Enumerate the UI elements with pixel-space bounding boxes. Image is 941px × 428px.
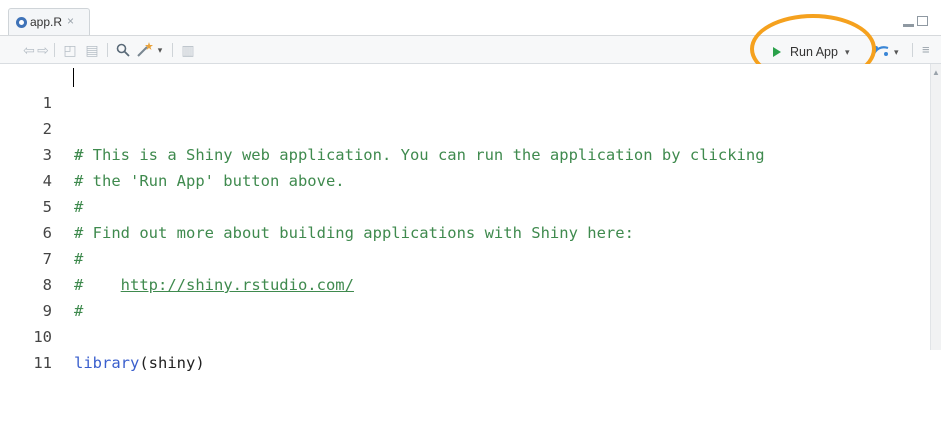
code-line: 2 # This is a Shiny web application. You… (0, 90, 930, 164)
tab-app-r[interactable]: app.R × (8, 8, 90, 36)
minimize-pane-icon[interactable] (903, 24, 914, 27)
code-line: 9 (0, 272, 930, 320)
forward-arrow-icon[interactable]: ⇨ (36, 42, 50, 58)
close-paren: ) (195, 354, 205, 372)
toolbar-divider (172, 43, 173, 57)
text-cursor (73, 68, 74, 87)
maximize-pane-icon[interactable] (917, 16, 928, 26)
code-line: 10 library(shiny) (0, 298, 930, 372)
r-file-icon (16, 17, 27, 28)
open-paren: ( (139, 354, 149, 372)
publish-icon (871, 44, 890, 61)
document-outline-icon[interactable]: ≡ (922, 42, 930, 57)
show-in-window-icon[interactable]: ◰ (62, 42, 78, 58)
function-argument: shiny (148, 354, 196, 372)
toolbar-divider (107, 43, 108, 57)
code-line: 6 # (0, 194, 930, 268)
code-tools-wand-icon[interactable] (135, 42, 155, 58)
pane-window-controls (903, 16, 933, 30)
code-line: 5 # Find out more about building applica… (0, 168, 930, 242)
vertical-scrollbar[interactable]: ▲ (930, 64, 941, 350)
save-icon[interactable]: ▤ (84, 42, 100, 58)
run-app-dropdown-icon[interactable]: ▾ (845, 47, 850, 58)
code-editor[interactable]: 1 # 2 # This is a Shiny web application.… (0, 64, 930, 372)
toolbar-divider (912, 43, 913, 57)
line-number: 11 (33, 354, 52, 372)
code-tools-dropdown-icon[interactable]: ▾ (156, 42, 164, 58)
code-line: 7 # http://shiny.rstudio.com/ (0, 220, 930, 294)
editor-tab-bar: app.R × (0, 0, 941, 36)
publish-button[interactable]: ▾ (871, 43, 902, 61)
code-line: 4 # (0, 142, 930, 216)
search-icon[interactable] (115, 42, 131, 58)
close-tab-icon[interactable]: × (67, 14, 74, 28)
back-arrow-icon[interactable]: ⇦ (22, 42, 36, 58)
run-app-button[interactable]: Run App ▾ (770, 41, 860, 63)
code-line: 3 # the 'Run App' button above. (0, 116, 930, 190)
code-line: 8 # (0, 246, 930, 320)
scroll-up-icon[interactable]: ▲ (932, 68, 940, 77)
code-line: 1 # (0, 64, 930, 164)
function-name: library (74, 354, 140, 372)
run-app-label: Run App (790, 45, 838, 59)
play-icon (773, 47, 781, 57)
code-text: library(shiny) (74, 350, 205, 376)
tab-filename: app.R (30, 15, 63, 29)
toolbar-divider (54, 43, 55, 57)
code-line: 11 (0, 324, 930, 372)
compile-report-icon[interactable]: ▥ (181, 42, 195, 58)
publish-dropdown-icon[interactable]: ▾ (894, 47, 899, 58)
